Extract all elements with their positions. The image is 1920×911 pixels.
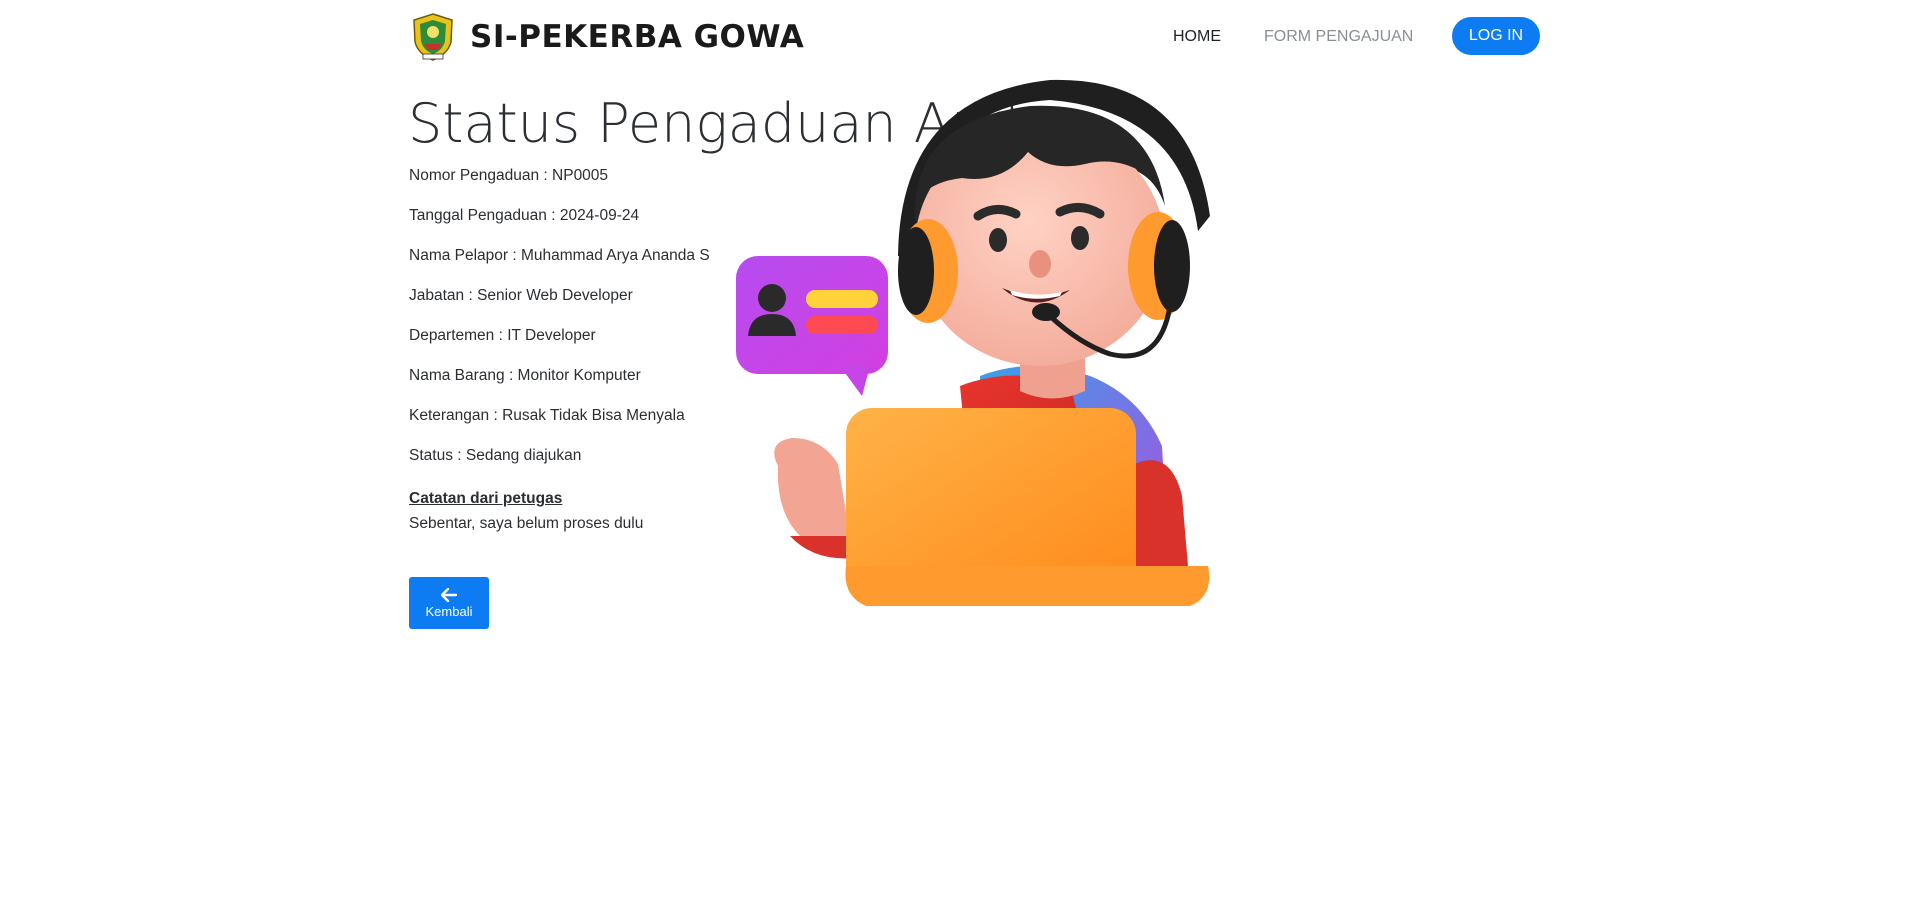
field-nama-pelapor: Nama Pelapor : Muhammad Arya Ananda S (409, 247, 710, 264)
customer-support-illustration (736, 79, 1210, 606)
field-departemen: Departemen : IT Developer (409, 327, 596, 344)
nav-home-link[interactable]: HOME (1173, 28, 1221, 46)
note-heading: Catatan dari petugas (409, 490, 563, 507)
field-nama-barang: Nama Barang : Monitor Komputer (409, 367, 641, 384)
back-button-label: Kembali (425, 603, 473, 619)
brand[interactable]: SI-PEKERBA GOWA (410, 10, 804, 64)
nav-form-pengajuan-link[interactable]: FORM PENGAJUAN (1264, 28, 1413, 46)
back-button[interactable]: Kembali (409, 577, 489, 629)
login-button[interactable]: LOG IN (1452, 17, 1540, 55)
navbar: SI-PEKERBA GOWA HOME FORM PENGAJUAN LOG … (0, 0, 1920, 74)
field-nomor-pengaduan: Nomor Pengaduan : NP0005 (409, 167, 609, 184)
gowa-emblem-icon (413, 13, 453, 61)
field-keterangan: Keterangan : Rusak Tidak Bisa Menyala (409, 407, 685, 424)
field-tanggal-pengaduan: Tanggal Pengaduan : 2024-09-24 (409, 207, 640, 224)
arrow-left-icon (441, 587, 457, 602)
field-status: Status : Sedang diajukan (409, 447, 582, 464)
note-body: Sebentar, saya belum proses dulu (409, 515, 644, 532)
brand-name: SI-PEKERBA GOWA (470, 19, 805, 55)
field-jabatan: Jabatan : Senior Web Developer (409, 287, 633, 304)
